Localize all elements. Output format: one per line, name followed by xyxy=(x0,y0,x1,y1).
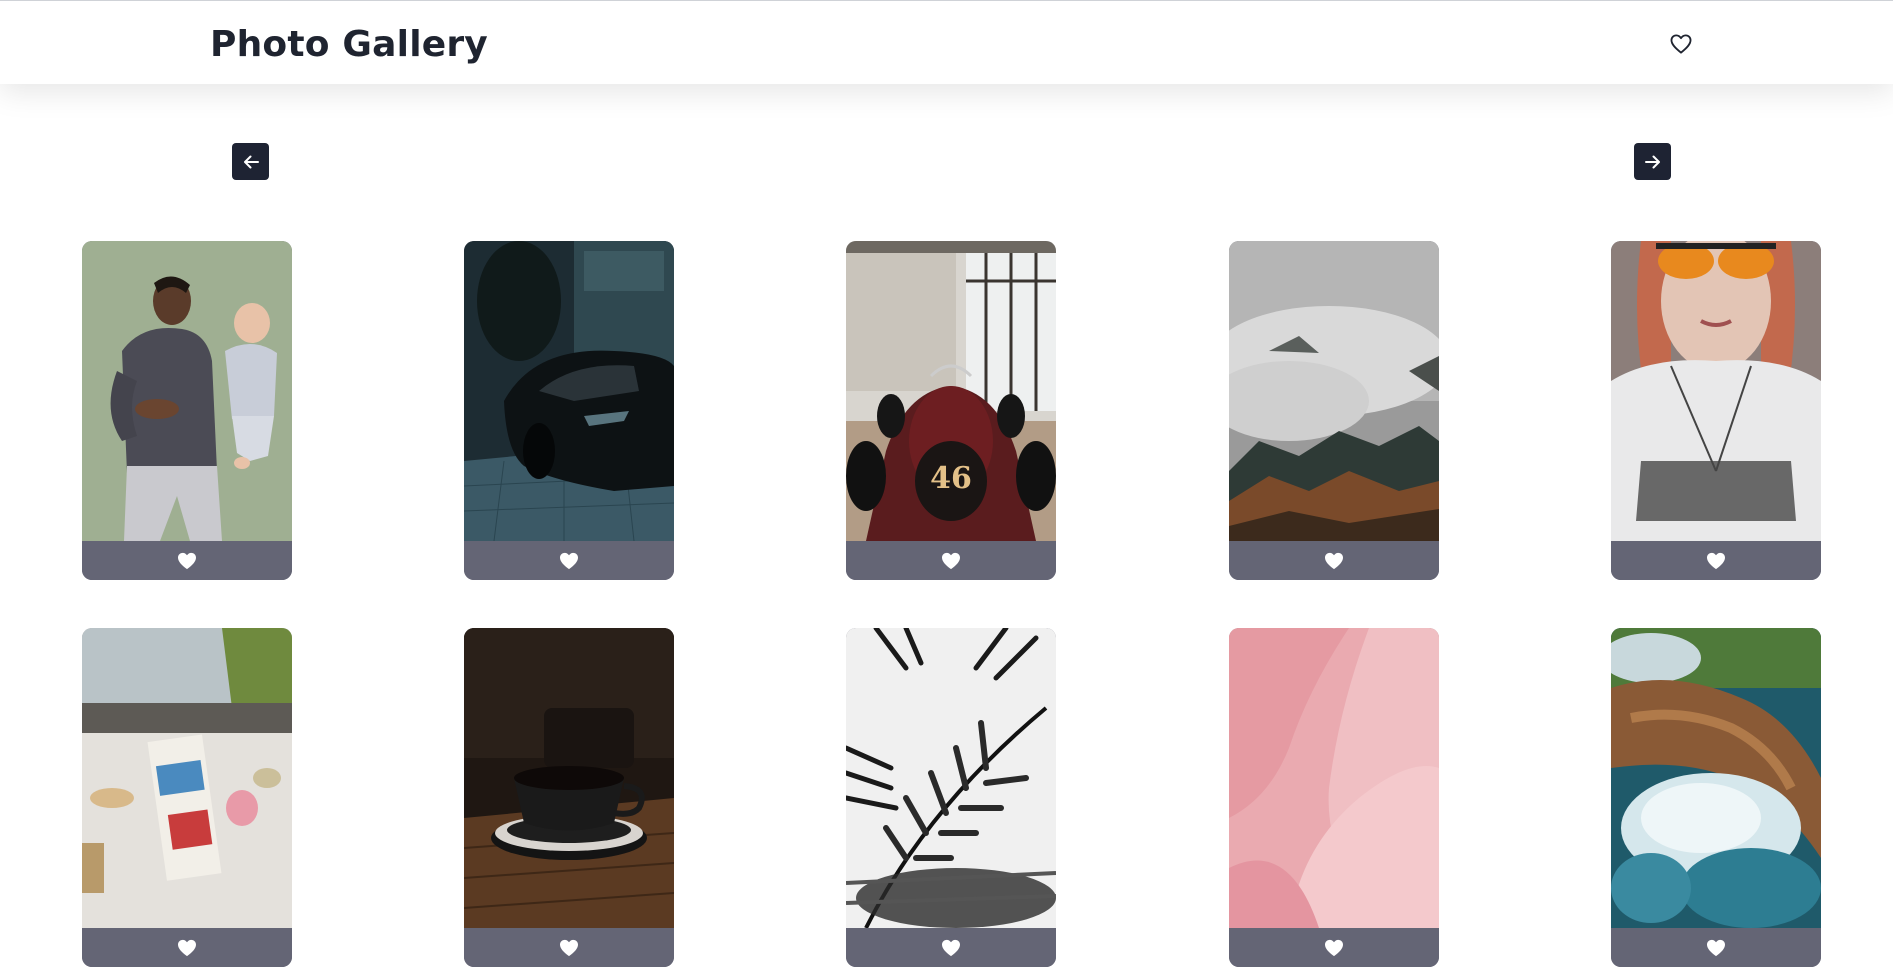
photo-card xyxy=(1611,628,1821,967)
photo-image[interactable] xyxy=(1611,241,1821,541)
photo-card xyxy=(82,628,292,967)
like-button[interactable] xyxy=(846,928,1056,967)
header: Photo Gallery xyxy=(0,0,1893,84)
like-button[interactable] xyxy=(1229,928,1439,967)
like-button[interactable] xyxy=(464,928,674,967)
like-button[interactable] xyxy=(846,541,1056,580)
photo-card xyxy=(1229,241,1439,580)
like-button[interactable] xyxy=(1229,541,1439,580)
like-button[interactable] xyxy=(82,928,292,967)
heart-outline-icon xyxy=(1670,34,1692,54)
favorites-button[interactable] xyxy=(1668,31,1694,57)
like-button[interactable] xyxy=(1611,928,1821,967)
heart-icon xyxy=(1707,552,1725,569)
heart-icon xyxy=(1325,939,1343,956)
photo-card xyxy=(82,241,292,580)
photo-image[interactable] xyxy=(82,241,292,541)
like-button[interactable] xyxy=(1611,541,1821,580)
next-page-button[interactable] xyxy=(1634,143,1671,180)
photo-card xyxy=(464,241,674,580)
heart-icon xyxy=(560,552,578,569)
photo-image[interactable] xyxy=(1611,628,1821,928)
heart-icon xyxy=(1325,552,1343,569)
like-button[interactable] xyxy=(464,541,674,580)
photo-image[interactable] xyxy=(1229,628,1439,928)
photo-card xyxy=(464,628,674,967)
heart-icon xyxy=(942,939,960,956)
photo-card xyxy=(1611,241,1821,580)
arrow-left-icon xyxy=(243,155,259,168)
photo-image[interactable]: 46 xyxy=(846,241,1056,541)
like-button[interactable] xyxy=(82,541,292,580)
photo-image[interactable] xyxy=(464,628,674,928)
svg-text:46: 46 xyxy=(930,461,972,496)
photo-image[interactable] xyxy=(82,628,292,928)
heart-icon xyxy=(178,939,196,956)
photo-card xyxy=(1229,628,1439,967)
photo-card xyxy=(846,628,1056,967)
heart-icon xyxy=(942,552,960,569)
heart-icon xyxy=(560,939,578,956)
heart-icon xyxy=(178,552,196,569)
photo-image[interactable] xyxy=(1229,241,1439,541)
arrow-right-icon xyxy=(1644,155,1660,168)
photo-image[interactable] xyxy=(464,241,674,541)
previous-page-button[interactable] xyxy=(232,143,269,180)
photo-image[interactable] xyxy=(846,628,1056,928)
heart-icon xyxy=(1707,939,1725,956)
page-title: Photo Gallery xyxy=(210,24,488,65)
photo-card: 46 xyxy=(846,241,1056,580)
